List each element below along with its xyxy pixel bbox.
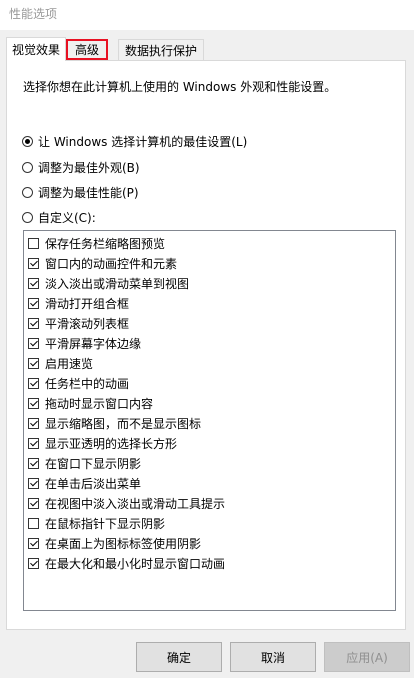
effect-item[interactable]: 淡入淡出或滑动菜单到视图 <box>28 273 189 293</box>
effect-item[interactable]: 滑动打开组合框 <box>28 293 129 313</box>
effect-label: 平滑屏幕字体边缘 <box>45 336 142 351</box>
effect-label: 窗口内的动画控件和元素 <box>45 256 178 271</box>
effect-item[interactable]: 平滑屏幕字体边缘 <box>28 333 141 353</box>
checkbox[interactable] <box>28 317 39 329</box>
effect-item[interactable]: 在桌面上为图标标签使用阴影 <box>28 533 201 553</box>
radio-let-windows-choose[interactable]: 让 Windows 选择计算机的最佳设置(L) <box>22 133 247 150</box>
effect-item[interactable]: 拖动时显示窗口内容 <box>28 393 153 413</box>
effect-label: 保存任务栏缩略图预览 <box>45 236 166 251</box>
effect-label: 任务栏中的动画 <box>45 376 130 391</box>
checkbox[interactable] <box>28 477 39 489</box>
checkbox[interactable] <box>28 237 39 249</box>
tab-strip: 视觉效果 高级 数据执行保护 <box>6 37 406 61</box>
effect-item[interactable]: 显示缩略图，而不是显示图标 <box>28 413 201 433</box>
effect-item[interactable]: 启用速览 <box>28 353 93 373</box>
checkbox[interactable] <box>28 357 39 369</box>
radio-button[interactable] <box>22 162 33 173</box>
radio-label: 让 Windows 选择计算机的最佳设置(L) <box>38 135 248 149</box>
checkbox[interactable] <box>28 457 39 469</box>
checkbox[interactable] <box>28 257 39 269</box>
intro-text: 选择你想在此计算机上使用的 Windows 外观和性能设置。 <box>23 80 337 94</box>
effect-label: 平滑滚动列表框 <box>45 316 130 331</box>
effect-label: 在窗口下显示阴影 <box>45 456 142 471</box>
tab-visual-effects[interactable]: 视觉效果 <box>6 37 66 61</box>
radio-label: 调整为最佳性能(P) <box>38 186 139 200</box>
effect-item[interactable]: 任务栏中的动画 <box>28 373 129 393</box>
effect-label: 显示亚透明的选择长方形 <box>45 436 178 451</box>
checkbox[interactable] <box>28 377 39 389</box>
cancel-button[interactable]: 取消 <box>230 642 316 672</box>
radio-best-appearance[interactable]: 调整为最佳外观(B) <box>22 159 140 176</box>
effect-item[interactable]: 保存任务栏缩略图预览 <box>28 233 165 253</box>
effect-item[interactable]: 在最大化和最小化时显示窗口动画 <box>28 553 225 573</box>
effect-label: 显示缩略图，而不是显示图标 <box>45 416 202 431</box>
checkbox[interactable] <box>28 517 39 529</box>
window-title: 性能选项 <box>9 7 58 21</box>
checkbox[interactable] <box>28 397 39 409</box>
checkbox[interactable] <box>28 417 39 429</box>
radio-label: 自定义(C): <box>38 211 96 225</box>
radio-custom[interactable]: 自定义(C): <box>22 209 96 226</box>
radio-button[interactable] <box>22 187 33 198</box>
effect-item[interactable]: 窗口内的动画控件和元素 <box>28 253 177 273</box>
visual-effects-panel: 选择你想在此计算机上使用的 Windows 外观和性能设置。 让 Windows… <box>6 60 406 630</box>
checkbox[interactable] <box>28 437 39 449</box>
effect-label: 在鼠标指针下显示阴影 <box>45 516 166 531</box>
effect-label: 在视图中淡入淡出或滑动工具提示 <box>45 496 226 511</box>
effect-item[interactable]: 显示亚透明的选择长方形 <box>28 433 177 453</box>
checkbox[interactable] <box>28 337 39 349</box>
title-bar: 性能选项 <box>0 0 414 30</box>
effect-item[interactable]: 在视图中淡入淡出或滑动工具提示 <box>28 493 225 513</box>
checkbox[interactable] <box>28 537 39 549</box>
ok-button[interactable]: 确定 <box>136 642 222 672</box>
effect-item[interactable]: 在窗口下显示阴影 <box>28 453 141 473</box>
apply-button[interactable]: 应用(A) <box>324 642 410 672</box>
effect-item[interactable]: 在单击后淡出菜单 <box>28 473 141 493</box>
radio-label: 调整为最佳外观(B) <box>38 161 140 175</box>
checkbox[interactable] <box>28 297 39 309</box>
effect-label: 淡入淡出或滑动菜单到视图 <box>45 276 190 291</box>
effect-label: 在最大化和最小化时显示窗口动画 <box>45 556 226 571</box>
visual-effects-list[interactable]: 保存任务栏缩略图预览 窗口内的动画控件和元素 淡入淡出或滑动菜单到视图 滑动打开… <box>23 230 396 611</box>
checkbox[interactable] <box>28 557 39 569</box>
checkbox[interactable] <box>28 497 39 509</box>
tab-advanced[interactable]: 高级 <box>66 39 108 60</box>
radio-best-performance[interactable]: 调整为最佳性能(P) <box>22 184 139 201</box>
effect-item[interactable]: 在鼠标指针下显示阴影 <box>28 513 165 533</box>
effect-label: 拖动时显示窗口内容 <box>45 396 154 411</box>
checkbox[interactable] <box>28 277 39 289</box>
effect-label: 在单击后淡出菜单 <box>45 476 142 491</box>
radio-button[interactable] <box>22 212 33 223</box>
tab-data-execution-prevention[interactable]: 数据执行保护 <box>118 39 204 60</box>
effect-label: 在桌面上为图标标签使用阴影 <box>45 536 202 551</box>
effect-label: 启用速览 <box>45 356 94 371</box>
effect-item[interactable]: 平滑滚动列表框 <box>28 313 129 333</box>
effect-label: 滑动打开组合框 <box>45 296 130 311</box>
radio-button[interactable] <box>22 136 33 147</box>
